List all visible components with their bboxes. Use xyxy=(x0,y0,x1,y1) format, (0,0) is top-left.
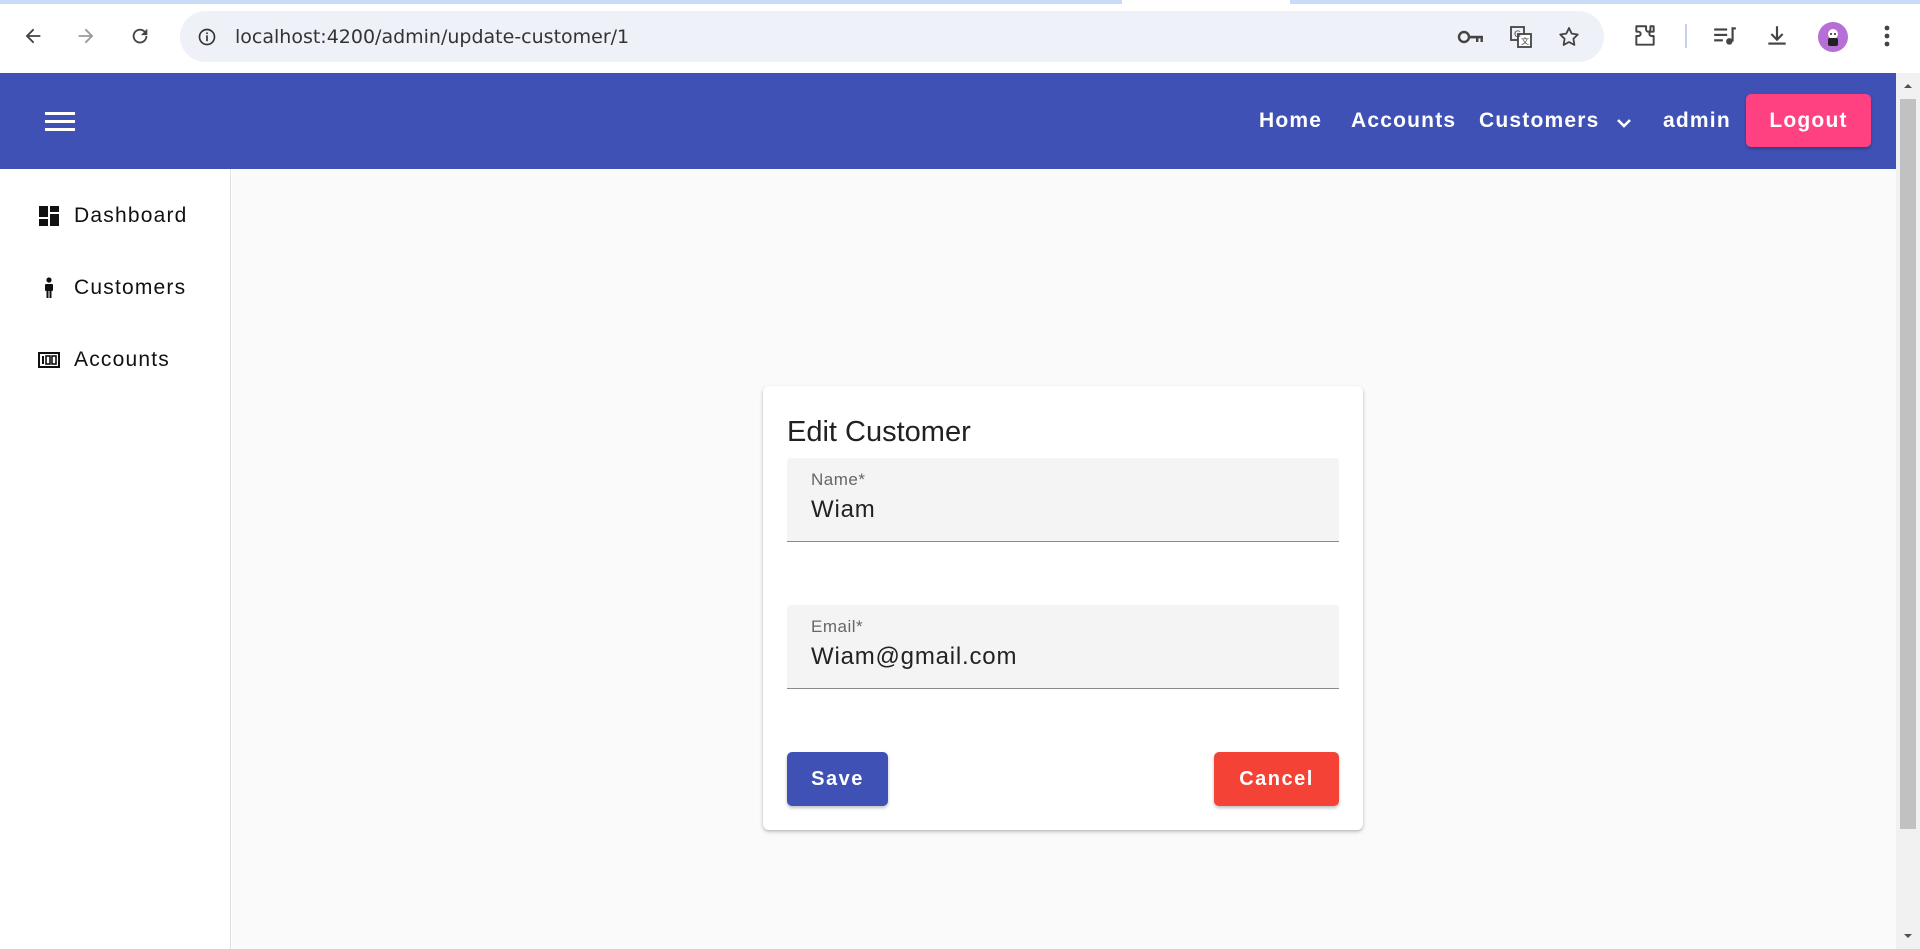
email-field[interactable]: Email* xyxy=(787,605,1339,689)
cancel-button[interactable]: Cancel xyxy=(1214,752,1339,806)
svg-text:G: G xyxy=(1514,30,1521,40)
sidebar-item-accounts[interactable]: Accounts xyxy=(38,345,170,375)
forward-arrow-icon[interactable] xyxy=(68,18,104,54)
extensions-icon[interactable] xyxy=(1628,19,1662,53)
app-toolbar: Home Accounts Customers admin Logout xyxy=(0,73,1896,169)
name-input[interactable] xyxy=(811,496,1311,524)
address-bar[interactable]: localhost:4200/admin/update-customer/1 G… xyxy=(180,11,1604,62)
profile-avatar-icon[interactable] xyxy=(1818,22,1848,52)
url-text[interactable]: localhost:4200/admin/update-customer/1 xyxy=(235,26,629,48)
toolbar-divider xyxy=(1685,24,1687,48)
edit-customer-card: Edit Customer Name* Email* Save Cancel xyxy=(763,386,1363,830)
save-button[interactable]: Save xyxy=(787,752,888,806)
kebab-menu-icon[interactable] xyxy=(1870,19,1904,53)
scrollbar-thumb[interactable] xyxy=(1900,99,1916,829)
sidebar-item-label: Customers xyxy=(74,276,187,299)
name-field-label: Name* xyxy=(811,470,866,489)
email-input[interactable] xyxy=(811,643,1311,671)
dashboard-icon xyxy=(38,205,60,227)
tab-strip-edge xyxy=(1290,0,1920,4)
translate-icon[interactable]: G文 xyxy=(1506,22,1536,52)
pin-icon xyxy=(38,349,60,371)
scroll-up-icon[interactable] xyxy=(1901,79,1915,93)
email-field-label: Email* xyxy=(811,617,864,636)
reload-icon[interactable] xyxy=(122,18,158,54)
tab-strip-edge xyxy=(0,0,1122,4)
hamburger-menu-icon[interactable] xyxy=(40,103,80,139)
sidebar-item-customers[interactable]: Customers xyxy=(38,273,186,303)
name-field[interactable]: Name* xyxy=(787,458,1339,542)
sidebar: Dashboard Customers Accounts xyxy=(0,169,231,949)
sidebar-item-label: Accounts xyxy=(74,348,170,371)
nav-accounts-link[interactable]: Accounts xyxy=(1351,109,1456,133)
download-icon[interactable] xyxy=(1760,19,1794,53)
card-title: Edit Customer xyxy=(787,416,971,448)
star-icon[interactable] xyxy=(1554,22,1584,52)
page-scrollbar[interactable] xyxy=(1896,73,1920,949)
svg-text:文: 文 xyxy=(1521,36,1529,46)
current-user-label: admin xyxy=(1663,109,1731,132)
sidebar-item-dashboard[interactable]: Dashboard xyxy=(38,201,188,231)
nav-customers-menu[interactable]: Customers xyxy=(1479,109,1600,133)
sidebar-item-label: Dashboard xyxy=(74,204,188,227)
chevron-down-icon[interactable] xyxy=(1614,113,1634,133)
back-arrow-icon[interactable] xyxy=(15,18,51,54)
media-queue-icon[interactable] xyxy=(1708,19,1742,53)
nav-home-link[interactable]: Home xyxy=(1259,109,1322,133)
logout-button[interactable]: Logout xyxy=(1746,94,1871,147)
browser-toolbar: localhost:4200/admin/update-customer/1 G… xyxy=(0,0,1920,73)
scroll-down-icon[interactable] xyxy=(1901,929,1915,943)
site-info-icon[interactable] xyxy=(192,22,222,52)
person-icon xyxy=(38,277,60,299)
key-icon[interactable] xyxy=(1456,22,1486,52)
